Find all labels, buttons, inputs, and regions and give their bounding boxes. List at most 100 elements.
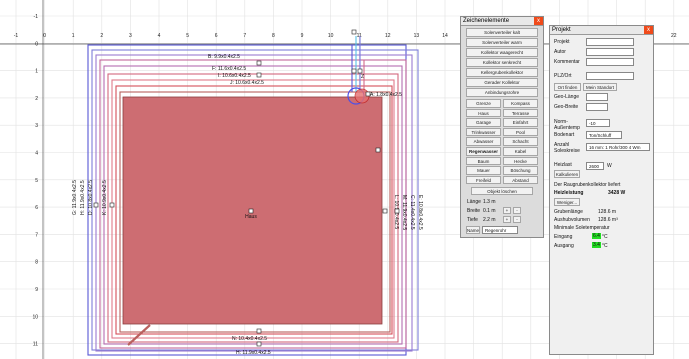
element-button[interactable]: Abstand xyxy=(503,175,538,185)
ausgang-value: 3.4 xyxy=(592,242,601,248)
top-axis-tick: 14 xyxy=(442,33,448,39)
top-axis-tick: 3 xyxy=(129,33,132,39)
element-button[interactable]: Haus xyxy=(466,108,501,118)
pipe-label-g: G: 11.9x0.4x2.5 xyxy=(72,180,78,215)
pipe-label-n: N: 10.4x0.4x2.5 xyxy=(232,336,267,342)
zeichen-title: Zeichenelemente xyxy=(463,18,510,24)
house-handle[interactable] xyxy=(248,208,254,214)
eingang-unit: °C xyxy=(602,234,608,240)
left-axis-tick: 2 xyxy=(35,96,38,102)
projekt-panel: Projekt x Projekt Autor Kommentar PLZ/Or… xyxy=(549,25,654,355)
pipe-label-i: I: 10.6x0.4x2.5 xyxy=(218,73,251,79)
tool-button[interactable]: Solenverteiler warm xyxy=(466,38,538,47)
element-button[interactable]: Abwasser xyxy=(466,137,501,146)
pipe-label-e: E: 10.8x0.4x2.5 xyxy=(417,195,423,230)
top-axis-tick: 8 xyxy=(272,33,275,39)
tool-button[interactable]: Kollektor waagerecht xyxy=(466,48,538,57)
mein-standort-button[interactable]: Mein Standort xyxy=(583,83,617,91)
house-label: Haus xyxy=(245,214,257,220)
ausgang-label: Ausgang xyxy=(554,243,574,249)
plzort-input[interactable] xyxy=(586,72,634,80)
top-axis-tick: 0 xyxy=(43,33,46,39)
heizlast-input[interactable]: 2600 xyxy=(586,162,604,170)
zeichen-close-button[interactable]: x xyxy=(534,17,543,25)
element-button[interactable]: Regenwasser xyxy=(466,147,501,156)
pipe-label-k: K: 10.9x0.4x2.5 xyxy=(102,180,108,215)
left-axis-tick: 10 xyxy=(32,314,38,320)
element-button[interactable]: Garage xyxy=(466,118,501,127)
laenge-value: 1.3 m xyxy=(483,199,496,205)
zeichen-titlebar[interactable]: Zeichenelemente x xyxy=(461,17,543,26)
left-axis-tick: 8 xyxy=(35,260,38,266)
tool-button[interactable]: Kellergrubenkollektor xyxy=(466,68,538,77)
projekt-title: Projekt xyxy=(552,27,571,33)
element-button[interactable]: Hecke xyxy=(503,156,538,166)
result-line: Der Raugrubenkollektor liefert xyxy=(554,182,621,188)
zeichenelemente-panel: Zeichenelemente x Solenverteiler kalt Sol… xyxy=(460,16,544,238)
name-label: Name xyxy=(466,226,480,234)
projekt-close-button[interactable]: x xyxy=(644,26,653,34)
geo-laenge-input[interactable] xyxy=(586,93,608,101)
pipe-label-a: A: 1.8x0.4x2.5 xyxy=(370,92,402,98)
element-button[interactable]: Mauer xyxy=(466,166,501,175)
autor-label: Autor xyxy=(554,49,566,55)
left-axis-ticks: -1 0 1 2 3 4 5 6 7 8 9 10 11 xyxy=(32,14,38,348)
heizleistung-value: 3428 W xyxy=(608,190,626,196)
top-axis-tick: 4 xyxy=(158,33,161,39)
element-button[interactable]: Pool xyxy=(503,127,538,137)
grube-label: Grubenlänge xyxy=(554,209,583,215)
top-axis-tick: 7 xyxy=(243,33,246,39)
element-button[interactable]: Schacht xyxy=(503,137,538,146)
heizlast-label: Heizlast xyxy=(554,162,572,168)
geo-breite-input[interactable] xyxy=(586,103,608,111)
pipe-label-h: H: 11.9x0.4x2.5 xyxy=(80,180,86,215)
pipe-label-d: D: 10.8x0.4x2.5 xyxy=(88,180,94,215)
boden-label: Bodenart xyxy=(554,132,575,138)
pipe-label-m: M: 11.9x0.4x2.5 xyxy=(401,195,407,230)
tool-button[interactable]: Gerader Kollektor xyxy=(466,78,538,87)
kommentar-input[interactable] xyxy=(586,58,634,66)
calculate-button[interactable]: Kalkulieren xyxy=(554,170,580,178)
name-input[interactable]: Regenrohr xyxy=(482,226,518,234)
norm-input[interactable]: -10 xyxy=(586,119,610,127)
projekt-titlebar[interactable]: Projekt x xyxy=(550,26,653,35)
element-button[interactable]: Freifeld xyxy=(466,175,501,185)
delete-object-button[interactable]: Objekt löschen xyxy=(471,187,533,195)
element-button[interactable]: Trinkwasser xyxy=(466,127,501,137)
left-axis-tick: 9 xyxy=(35,287,38,293)
top-axis-tick: 10 xyxy=(328,33,334,39)
left-axis-tick: 6 xyxy=(35,205,38,211)
top-axis-tick: 1 xyxy=(72,33,75,39)
element-button[interactable]: Böschung xyxy=(503,166,538,175)
element-button[interactable]: Grenze xyxy=(466,99,501,108)
tool-button[interactable]: Solenverteiler kalt xyxy=(466,28,538,37)
geo-breite-label: Geo-Breite xyxy=(554,104,579,110)
breite-minus-button[interactable]: - xyxy=(513,207,521,214)
ort-finden-button[interactable]: Ort finden xyxy=(554,83,581,91)
anzahl-label: Anzahl Soleskreise xyxy=(554,142,580,154)
top-axis-tick: -1 xyxy=(14,33,19,39)
top-axis-tick: 13 xyxy=(414,33,420,39)
ausgang-unit: °C xyxy=(602,243,608,249)
autor-input[interactable] xyxy=(586,48,634,56)
element-button[interactable]: Baum xyxy=(466,156,501,166)
element-button[interactable]: Kabel xyxy=(503,147,538,156)
element-button[interactable]: Einfahrt xyxy=(503,118,538,127)
tool-button[interactable]: Anbindungsrohre xyxy=(466,88,538,97)
projekt-label: Projekt xyxy=(554,39,570,45)
tool-button[interactable]: Kollektor senkrecht xyxy=(466,58,538,67)
projekt-input[interactable] xyxy=(586,38,634,46)
heizleistung-label: Heizleistung xyxy=(554,190,584,196)
pipe-label-b: B: 9.9x0.4x2.5 xyxy=(208,54,240,60)
element-button[interactable]: Kompass xyxy=(503,99,538,108)
breite-plus-button[interactable]: + xyxy=(503,207,511,214)
weniger-button[interactable]: Weniger... xyxy=(554,198,580,206)
boden-select[interactable]: Ton/Schluff xyxy=(586,131,622,139)
breite-label: Breite xyxy=(467,208,481,214)
norm-label: Norm-Außentemp xyxy=(554,119,580,131)
element-button[interactable]: Terrasse xyxy=(503,108,538,118)
anzahl-select[interactable]: 16 mm: 1 Rohr/300 4 Wm xyxy=(586,143,650,151)
tiefe-plus-button[interactable]: + xyxy=(503,216,511,223)
pipe-label-h2: H: 11.9x0.4x2.5 xyxy=(236,350,271,356)
tiefe-minus-button[interactable]: - xyxy=(513,216,521,223)
